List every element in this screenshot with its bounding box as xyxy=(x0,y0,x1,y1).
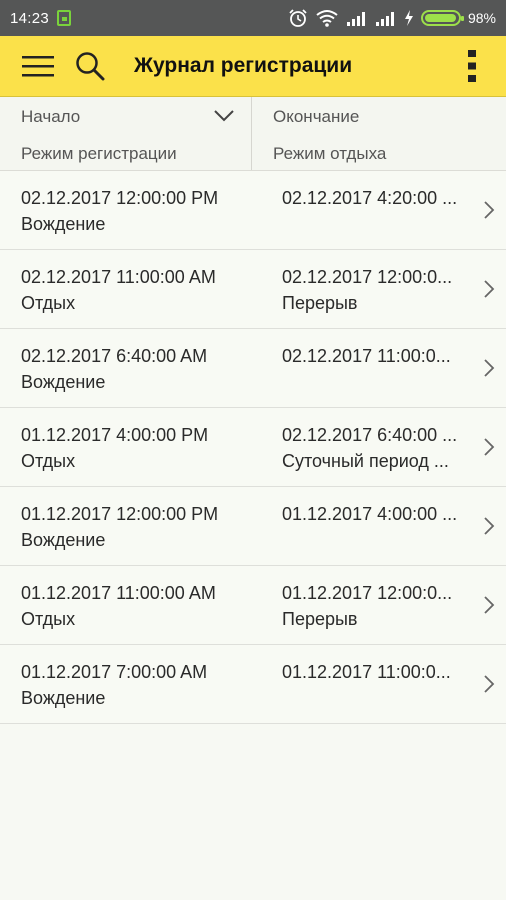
header-start-label: Начало xyxy=(21,107,81,126)
row-mode: Отдых xyxy=(21,293,76,313)
list-item[interactable]: 02.12.2017 6:40:00 AM Вождение 02.12.201… xyxy=(0,329,506,408)
wifi-icon xyxy=(316,10,338,27)
header-rest-label: Режим отдыха xyxy=(273,144,387,163)
row-end-time: 02.12.2017 4:20:00 ... xyxy=(282,188,458,208)
row-mode: Вождение xyxy=(21,214,106,234)
header-mode-label: Режим регистрации xyxy=(21,144,177,163)
row-rest-mode: Суточный период ... xyxy=(282,451,449,471)
list-item[interactable]: 02.12.2017 11:00:00 AM Отдых 02.12.2017 … xyxy=(0,250,506,329)
row-rest-mode: Перерыв xyxy=(282,293,358,313)
row-start-time: 02.12.2017 12:00:00 PM xyxy=(21,188,219,208)
list-item[interactable]: 01.12.2017 7:00:00 AM Вождение 01.12.201… xyxy=(0,645,506,724)
chevron-right-icon xyxy=(484,438,495,456)
list-item[interactable]: 02.12.2017 12:00:00 PM Вождение 02.12.20… xyxy=(0,171,506,250)
row-end-time: 01.12.2017 11:00:0... xyxy=(282,662,451,682)
chevron-right-icon xyxy=(484,675,495,693)
more-vert-icon xyxy=(468,50,476,82)
header-end-column[interactable]: Окончание Режим отдыха xyxy=(252,97,506,170)
page-title: Журнал регистрации xyxy=(134,54,353,77)
list-item[interactable]: 01.12.2017 12:00:00 PM Вождение 01.12.20… xyxy=(0,487,506,566)
menu-button[interactable] xyxy=(18,46,58,86)
more-options-button[interactable] xyxy=(452,46,492,86)
row-mode: Вождение xyxy=(21,372,106,392)
row-end-time: 02.12.2017 11:00:0... xyxy=(282,346,451,366)
row-start-time: 01.12.2017 12:00:00 PM xyxy=(21,504,219,524)
chevron-right-icon xyxy=(484,359,495,377)
row-mode: Вождение xyxy=(21,530,106,550)
row-end-time: 01.12.2017 4:00:00 ... xyxy=(282,504,458,524)
row-mode: Вождение xyxy=(21,688,106,708)
header-end-label: Окончание xyxy=(273,107,360,126)
header-start-column[interactable]: Начало Режим регистрации xyxy=(0,97,252,170)
row-mode: Отдых xyxy=(21,609,76,629)
status-time: 14:23 xyxy=(10,9,50,27)
charging-icon xyxy=(404,10,413,26)
sim-card-icon xyxy=(57,10,72,26)
signal-icon-1 xyxy=(346,12,365,26)
row-start-time: 02.12.2017 11:00:00 AM xyxy=(21,267,216,287)
row-end-time: 02.12.2017 12:00:0... xyxy=(282,267,453,287)
sort-chevron-down-icon[interactable] xyxy=(213,106,235,126)
row-start-time: 01.12.2017 11:00:00 AM xyxy=(21,583,216,603)
row-end-time: 02.12.2017 6:40:00 ... xyxy=(282,425,458,445)
alarm-icon xyxy=(289,9,307,27)
battery-icon xyxy=(420,10,464,26)
search-button[interactable] xyxy=(70,46,110,86)
app-bar: Журнал регистрации xyxy=(0,36,506,97)
signal-icon-2 xyxy=(375,12,394,26)
battery-percent: 98% xyxy=(467,10,496,26)
chevron-right-icon xyxy=(484,596,495,614)
search-icon xyxy=(76,52,105,81)
list-item[interactable]: 01.12.2017 11:00:00 AM Отдых 01.12.2017 … xyxy=(0,566,506,645)
chevron-right-icon xyxy=(484,201,495,219)
log-list: 02.12.2017 12:00:00 PM Вождение 02.12.20… xyxy=(0,171,506,724)
row-start-time: 01.12.2017 7:00:00 AM xyxy=(21,662,208,682)
row-start-time: 01.12.2017 4:00:00 PM xyxy=(21,425,209,445)
hamburger-icon xyxy=(22,56,54,77)
chevron-right-icon xyxy=(484,280,495,298)
row-start-time: 02.12.2017 6:40:00 AM xyxy=(21,346,208,366)
list-item[interactable]: 01.12.2017 4:00:00 PM Отдых 02.12.2017 6… xyxy=(0,408,506,487)
column-header: Начало Режим регистрации Окончание Режим… xyxy=(0,97,506,171)
row-mode: Отдых xyxy=(21,451,76,471)
chevron-right-icon xyxy=(484,517,495,535)
row-rest-mode: Перерыв xyxy=(282,609,358,629)
row-end-time: 01.12.2017 12:00:0... xyxy=(282,583,453,603)
status-bar: 14:23 98% xyxy=(0,0,506,36)
